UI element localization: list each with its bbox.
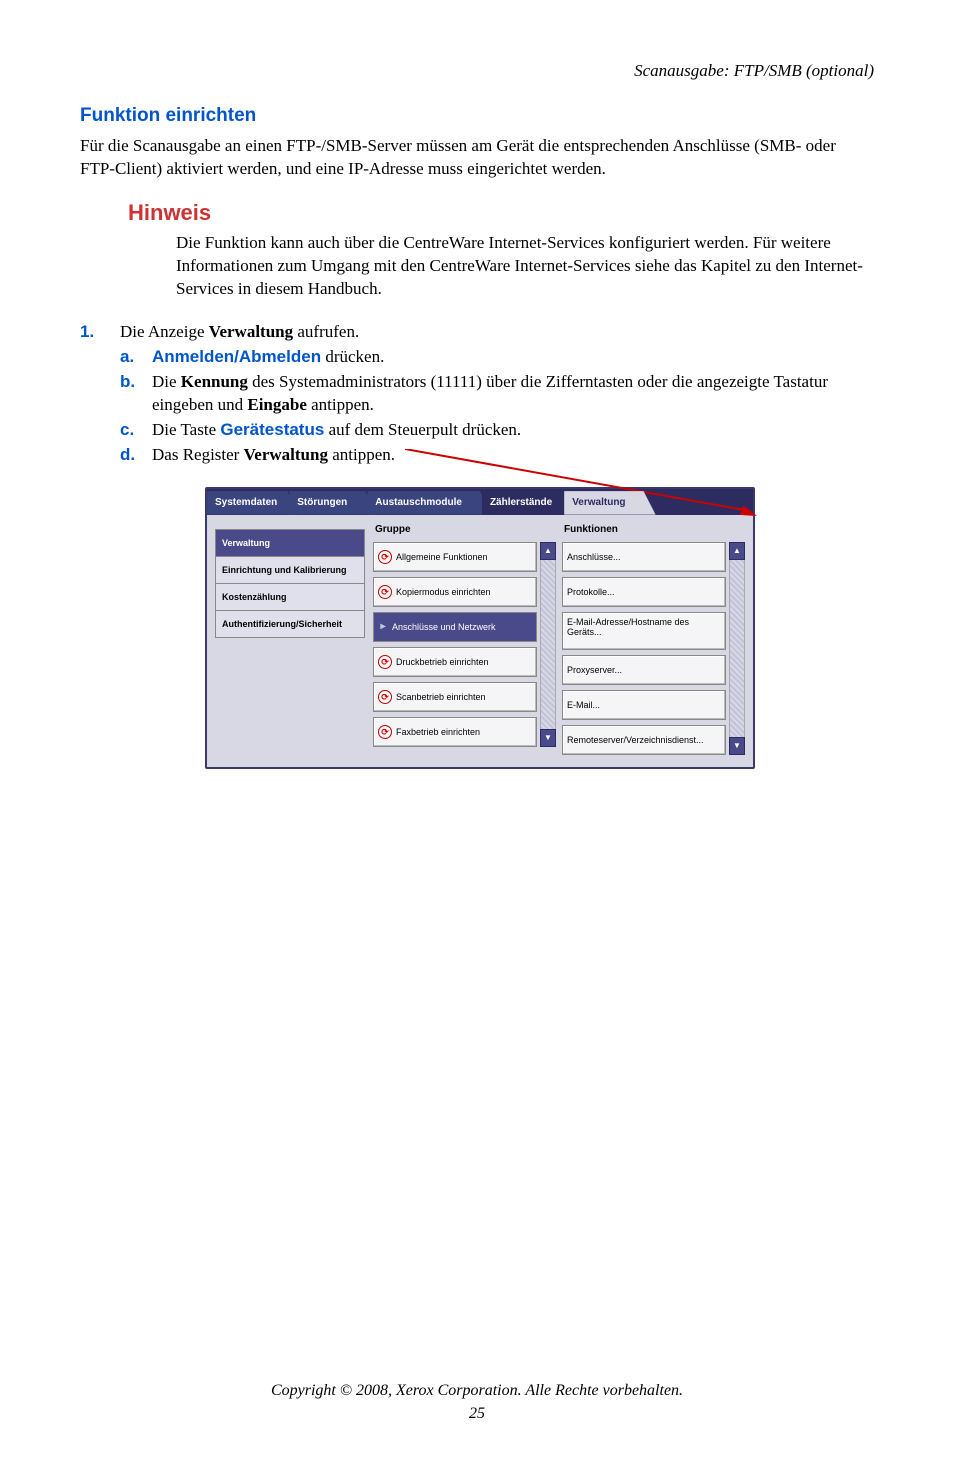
side-item-label: Einrichtung und Kalibrierung	[222, 565, 347, 575]
tab-stoerungen[interactable]: Störungen	[289, 491, 377, 515]
scroll-up-icon[interactable]: ▲	[729, 542, 745, 560]
bold-eingabe: Eingabe	[247, 395, 307, 414]
substep-letter: c.	[120, 419, 152, 442]
func-email-hostname[interactable]: E-Mail-Adresse/Hostname des Geräts...	[562, 612, 726, 650]
group-allgemeine-funktionen[interactable]: ⟳ Allgemeine Funktionen	[373, 542, 537, 572]
tab-zaehlerstaende[interactable]: Zählerstände	[482, 491, 574, 515]
substep-letter: d.	[120, 444, 152, 467]
tab-label: Verwaltung	[572, 497, 625, 508]
bullet-icon: ⟳	[378, 550, 392, 564]
device-ui-screenshot: Systemdaten Störungen Austauschmodule Zä…	[205, 487, 755, 770]
step-number: 1.	[80, 321, 120, 344]
note-block: Hinweis Die Funktion kann auch über die …	[128, 198, 874, 301]
column-head-gruppe: Gruppe	[373, 519, 556, 543]
substep-letter: b.	[120, 371, 152, 394]
substep-a: a. Anmelden/Abmelden drücken.	[120, 346, 874, 369]
btn-label: Anschlüsse...	[567, 551, 621, 563]
step-intro-pre: Die Anzeige	[120, 322, 209, 341]
step-1: 1. Die Anzeige Verwaltung aufrufen. a. A…	[80, 321, 874, 469]
btn-label: Kopiermodus einrichten	[396, 586, 491, 598]
tab-label: Störungen	[297, 497, 347, 508]
bullet-icon: ⟳	[378, 585, 392, 599]
btn-label: Faxbetrieb einrichten	[396, 726, 480, 738]
func-remoteserver[interactable]: Remoteserver/Verzeichnisdienst...	[562, 725, 726, 755]
tab-label: Zählerstände	[490, 497, 552, 508]
btn-label: Protokolle...	[567, 586, 615, 598]
intro-paragraph: Für die Scanausgabe an einen FTP-/SMB-Se…	[80, 135, 874, 181]
func-protokolle[interactable]: Protokolle...	[562, 577, 726, 607]
btn-label: Remoteserver/Verzeichnisdienst...	[567, 734, 704, 746]
group-druckbetrieb[interactable]: ⟳ Druckbetrieb einrichten	[373, 647, 537, 677]
scroll-down-icon[interactable]: ▼	[540, 729, 556, 747]
scroll-track[interactable]	[540, 560, 556, 729]
substep-b-post: antippen.	[307, 395, 374, 414]
note-title: Hinweis	[128, 198, 874, 228]
scroll-up-icon[interactable]: ▲	[540, 542, 556, 560]
tab-label: Austauschmodule	[375, 497, 462, 508]
substep-b-pre: Die	[152, 372, 181, 391]
step-intro-post: aufrufen.	[293, 322, 359, 341]
keyword-anmelden: Anmelden/Abmelden	[152, 347, 321, 366]
side-item-kostenzaehlung[interactable]: Kostenzählung	[215, 583, 365, 610]
side-item-label: Kostenzählung	[222, 592, 287, 602]
scroll-down-icon[interactable]: ▼	[729, 737, 745, 755]
substep-c-pre: Die Taste	[152, 420, 220, 439]
note-body: Die Funktion kann auch über die CentreWa…	[176, 232, 874, 301]
btn-label: Scanbetrieb einrichten	[396, 691, 486, 703]
section-heading: Funktion einrichten	[80, 103, 874, 129]
column-head-funktionen: Funktionen	[562, 519, 745, 543]
btn-label: Allgemeine Funktionen	[396, 551, 488, 563]
btn-label: E-Mail...	[567, 699, 600, 711]
btn-label: E-Mail-Adresse/Hostname des Geräts...	[567, 617, 721, 638]
substep-c-post: auf dem Steuerpult drücken.	[324, 420, 521, 439]
bullet-icon: ⟳	[378, 655, 392, 669]
substep-d: d. Das Register Verwaltung antippen.	[120, 444, 874, 467]
tab-austauschmodule[interactable]: Austauschmodule	[367, 491, 492, 515]
tab-verwaltung[interactable]: Verwaltung	[564, 491, 655, 515]
side-item-label: Verwaltung	[222, 538, 270, 548]
step-intro-bold: Verwaltung	[209, 322, 293, 341]
bullet-icon: ⟳	[378, 725, 392, 739]
bold-kennung: Kennung	[181, 372, 248, 391]
substep-a-rest: drücken.	[321, 347, 384, 366]
func-proxyserver[interactable]: Proxyserver...	[562, 655, 726, 685]
side-menu: Verwaltung Einrichtung und Kalibrierung …	[215, 529, 365, 756]
selected-arrow-icon: ▸	[378, 622, 388, 632]
bold-verwaltung: Verwaltung	[244, 445, 328, 464]
side-item-verwaltung[interactable]: Verwaltung	[215, 529, 365, 556]
substep-d-post: antippen.	[328, 445, 395, 464]
scrollbar-funktionen[interactable]: ▲ ▼	[729, 542, 745, 755]
group-faxbetrieb[interactable]: ⟳ Faxbetrieb einrichten	[373, 717, 537, 747]
running-head: Scanausgabe: FTP/SMB (optional)	[80, 60, 874, 83]
scroll-track[interactable]	[729, 560, 745, 737]
func-email[interactable]: E-Mail...	[562, 690, 726, 720]
func-anschluesse[interactable]: Anschlüsse...	[562, 542, 726, 572]
group-scanbetrieb[interactable]: ⟳ Scanbetrieb einrichten	[373, 682, 537, 712]
btn-label: Anschlüsse und Netzwerk	[392, 621, 496, 633]
btn-label: Druckbetrieb einrichten	[396, 656, 489, 668]
group-kopiermodus[interactable]: ⟳ Kopiermodus einrichten	[373, 577, 537, 607]
keyword-geraetestatus: Gerätestatus	[220, 420, 324, 439]
group-anschluesse-netzwerk[interactable]: ▸ Anschlüsse und Netzwerk	[373, 612, 537, 642]
tab-label: Systemdaten	[215, 497, 277, 508]
side-item-authentifizierung[interactable]: Authentifizierung/Sicherheit	[215, 610, 365, 638]
substep-b: b. Die Kennung des Systemadministrators …	[120, 371, 874, 417]
side-item-label: Authentifizierung/Sicherheit	[222, 619, 342, 629]
substep-letter: a.	[120, 346, 152, 369]
scrollbar-gruppe[interactable]: ▲ ▼	[540, 542, 556, 747]
substep-c: c. Die Taste Gerätestatus auf dem Steuer…	[120, 419, 874, 442]
page-footer: Copyright © 2008, Xerox Corporation. All…	[0, 1380, 954, 1425]
tab-systemdaten[interactable]: Systemdaten	[207, 491, 299, 515]
btn-label: Proxyserver...	[567, 664, 622, 676]
page-number: 25	[0, 1403, 954, 1425]
copyright-line: Copyright © 2008, Xerox Corporation. All…	[0, 1380, 954, 1402]
side-item-einrichtung[interactable]: Einrichtung und Kalibrierung	[215, 556, 365, 583]
bullet-icon: ⟳	[378, 690, 392, 704]
substep-d-pre: Das Register	[152, 445, 244, 464]
